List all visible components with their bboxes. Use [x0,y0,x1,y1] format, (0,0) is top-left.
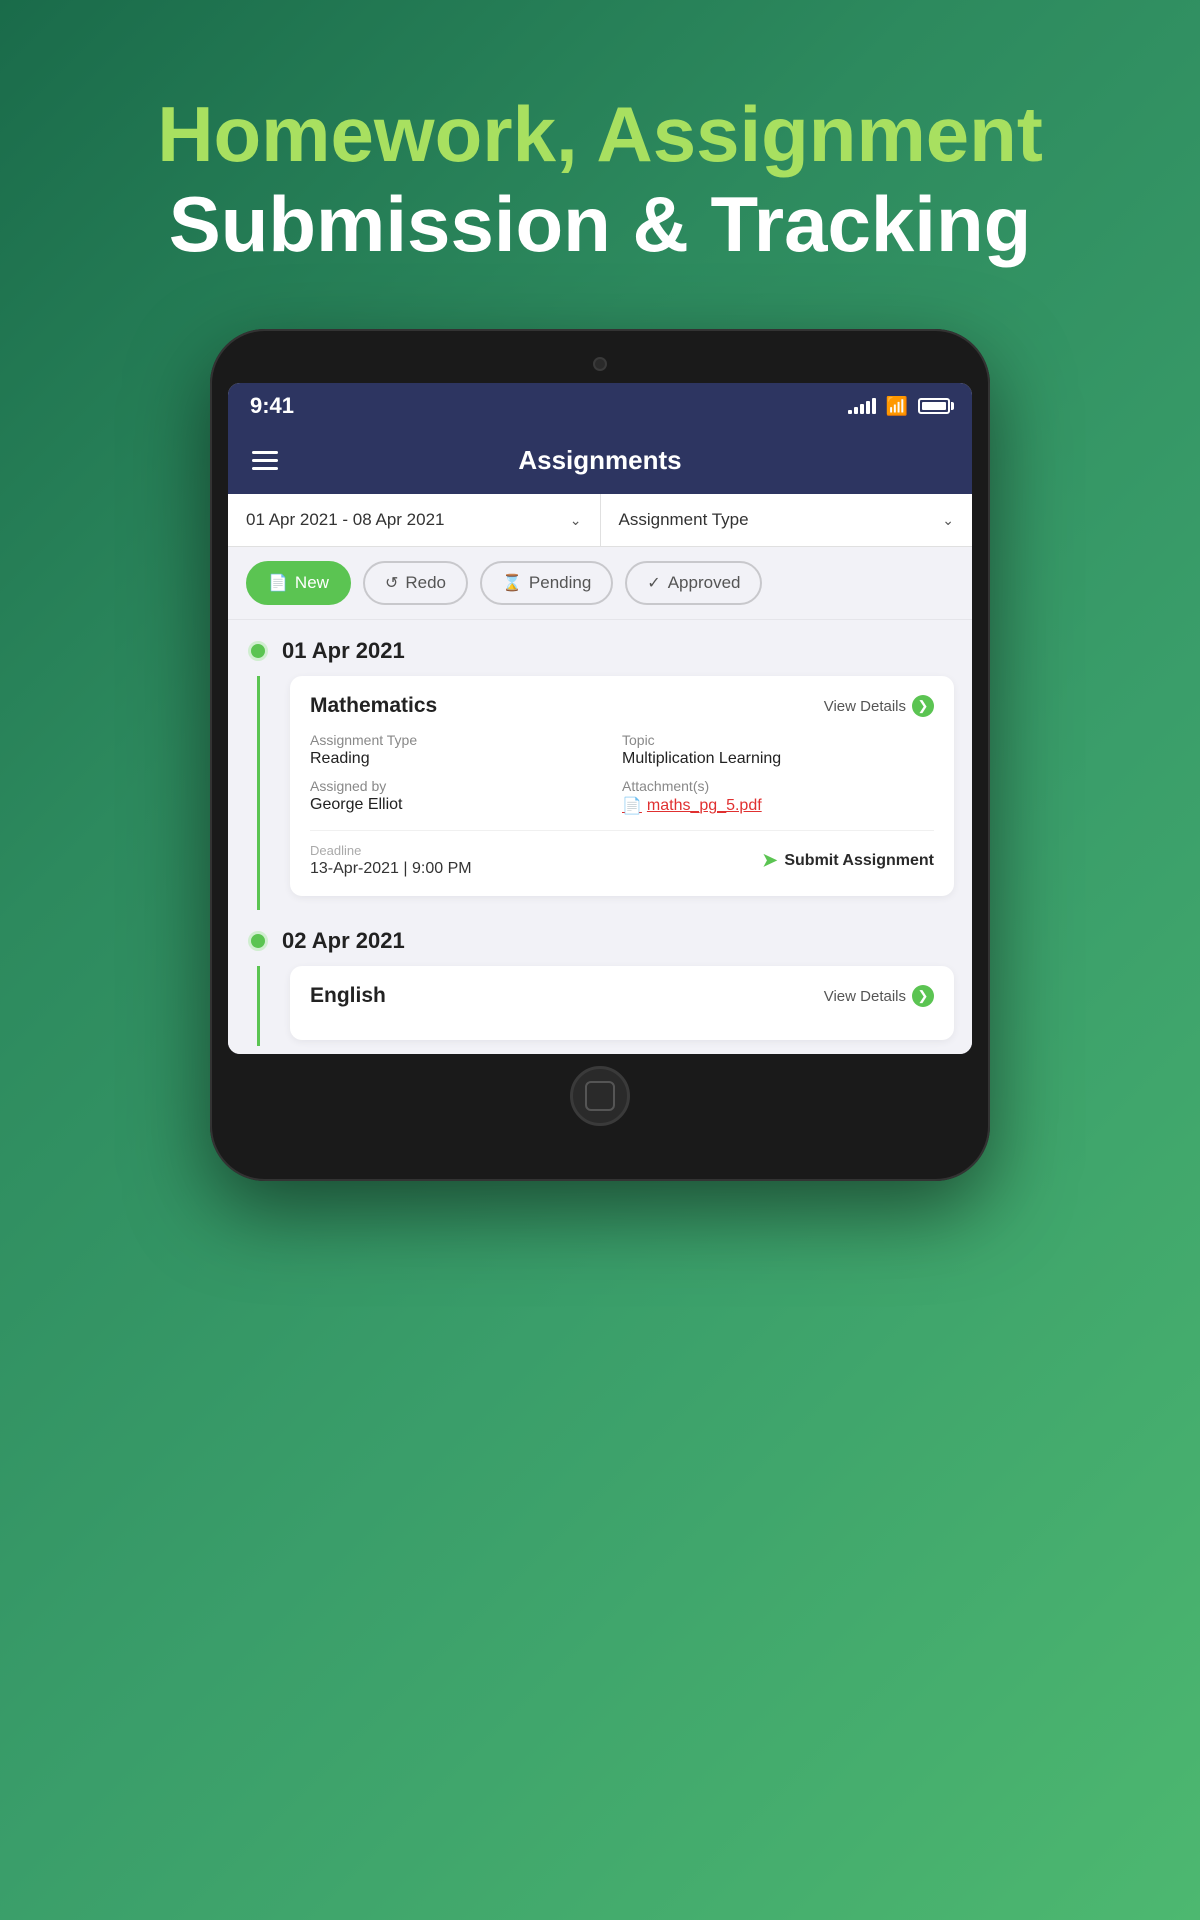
view-details-label-1: View Details [824,698,906,715]
submit-icon: ➤ [762,850,777,871]
redo-tab-icon: ↺ [385,573,398,593]
deadline-section: Deadline 13-Apr-2021 | 9:00 PM ➤ Submit … [310,830,934,878]
timeline-entry-1: Mathematics View Details ❯ Assignment Ty… [246,676,954,910]
battery-icon [918,398,950,414]
card-subject-2: English [310,984,386,1008]
deadline-value: 13-Apr-2021 | 9:00 PM [310,860,472,878]
tab-bar: 📄 New ↺ Redo ⌛ Pending ✓ Approved [228,547,972,620]
view-details-arrow-icon-1: ❯ [912,695,934,717]
assignment-card-1: Mathematics View Details ❯ Assignment Ty… [290,676,954,896]
timeline-entry-2: English View Details ❯ [246,966,954,1054]
new-tab-icon: 📄 [268,573,288,593]
tab-pending[interactable]: ⌛ Pending [480,561,613,605]
tab-pending-label: Pending [529,573,591,593]
date-range-dropdown[interactable]: 01 Apr 2021 - 08 Apr 2021 ⌄ [228,494,601,546]
field-attachments: Attachment(s) 📄 maths_pg_5.pdf [622,778,934,816]
assignment-card-2: English View Details ❯ [290,966,954,1040]
status-bar: 9:41 📶 [228,383,972,427]
view-details-btn-1[interactable]: View Details ❯ [824,695,934,717]
timeline-line-1 [257,676,260,910]
topic-field-label: Topic [622,732,934,748]
submit-label: Submit Assignment [784,852,934,870]
view-details-btn-2[interactable]: View Details ❯ [824,985,934,1007]
timeline-date-2: 02 Apr 2021 [282,928,405,954]
timeline-date-row-1: 01 Apr 2021 [246,620,954,676]
timeline-section-1: 01 Apr 2021 Mathematics View Details ❯ [228,620,972,910]
tablet-frame: 9:41 📶 Assig [210,329,990,1181]
timeline-line-2 [257,966,260,1046]
headline-line2: Submission & Tracking [157,180,1043,270]
card-header-1: Mathematics View Details ❯ [310,694,934,718]
attachment-file-link[interactable]: 📄 maths_pg_5.pdf [622,796,934,816]
pending-tab-icon: ⌛ [502,573,522,593]
app-title: Assignments [518,445,681,476]
attachment-filename: maths_pg_5.pdf [647,797,762,815]
assignment-type-field-label: Assignment Type [310,732,622,748]
tablet-screen: 9:41 📶 Assig [228,383,972,1054]
menu-icon[interactable] [252,451,278,470]
assigned-by-field-value: George Elliot [310,796,622,814]
tab-approved[interactable]: ✓ Approved [625,561,762,605]
topic-field-value: Multiplication Learning [622,750,934,768]
card-fields-1: Assignment Type Reading Topic Multiplica… [310,732,934,816]
field-assigned-by: Assigned by George Elliot [310,778,622,816]
view-details-label-2: View Details [824,988,906,1005]
timeline-section-2: 02 Apr 2021 English View Details ❯ [228,910,972,1054]
timeline-dot-1 [248,641,268,661]
view-details-arrow-icon-2: ❯ [912,985,934,1007]
wifi-icon: 📶 [886,396,908,417]
status-icons: 📶 [848,396,950,417]
assignment-type-label: Assignment Type [619,510,749,530]
date-range-label: 01 Apr 2021 - 08 Apr 2021 [246,510,445,530]
status-time: 9:41 [250,393,294,419]
approved-tab-icon: ✓ [647,573,660,593]
tab-redo[interactable]: ↺ Redo [363,561,468,605]
tab-approved-label: Approved [668,573,741,593]
timeline-dot-2 [248,931,268,951]
content-area: 01 Apr 2021 Mathematics View Details ❯ [228,620,972,1054]
field-assignment-type: Assignment Type Reading [310,732,622,768]
tablet-home-button[interactable] [570,1066,630,1126]
filter-bar: 01 Apr 2021 - 08 Apr 2021 ⌄ Assignment T… [228,494,972,547]
card-header-2: English View Details ❯ [310,984,934,1008]
assignment-type-dropdown[interactable]: Assignment Type ⌄ [601,494,973,546]
attachments-field-label: Attachment(s) [622,778,934,794]
card-subject-1: Mathematics [310,694,437,718]
field-topic: Topic Multiplication Learning [622,732,934,768]
submit-assignment-button[interactable]: ➤ Submit Assignment [762,850,934,871]
tab-new-label: New [295,573,329,593]
assignment-type-chevron-icon: ⌄ [942,512,954,529]
tab-redo-label: Redo [405,573,446,593]
timeline-date-row-2: 02 Apr 2021 [246,910,954,966]
tablet-camera [593,357,607,371]
app-header: Assignments [228,427,972,494]
timeline-date-1: 01 Apr 2021 [282,638,405,664]
deadline-label: Deadline [310,843,472,858]
deadline-info: Deadline 13-Apr-2021 | 9:00 PM [310,843,472,878]
tablet-home-inner [585,1081,615,1111]
date-range-chevron-icon: ⌄ [570,512,582,529]
signal-bars-icon [848,398,876,414]
headline-line1: Homework, Assignment [157,90,1043,180]
page-header: Homework, Assignment Submission & Tracki… [97,0,1103,329]
tab-new[interactable]: 📄 New [246,561,351,605]
pdf-icon: 📄 [622,796,642,816]
assignment-type-field-value: Reading [310,750,622,768]
assigned-by-field-label: Assigned by [310,778,622,794]
